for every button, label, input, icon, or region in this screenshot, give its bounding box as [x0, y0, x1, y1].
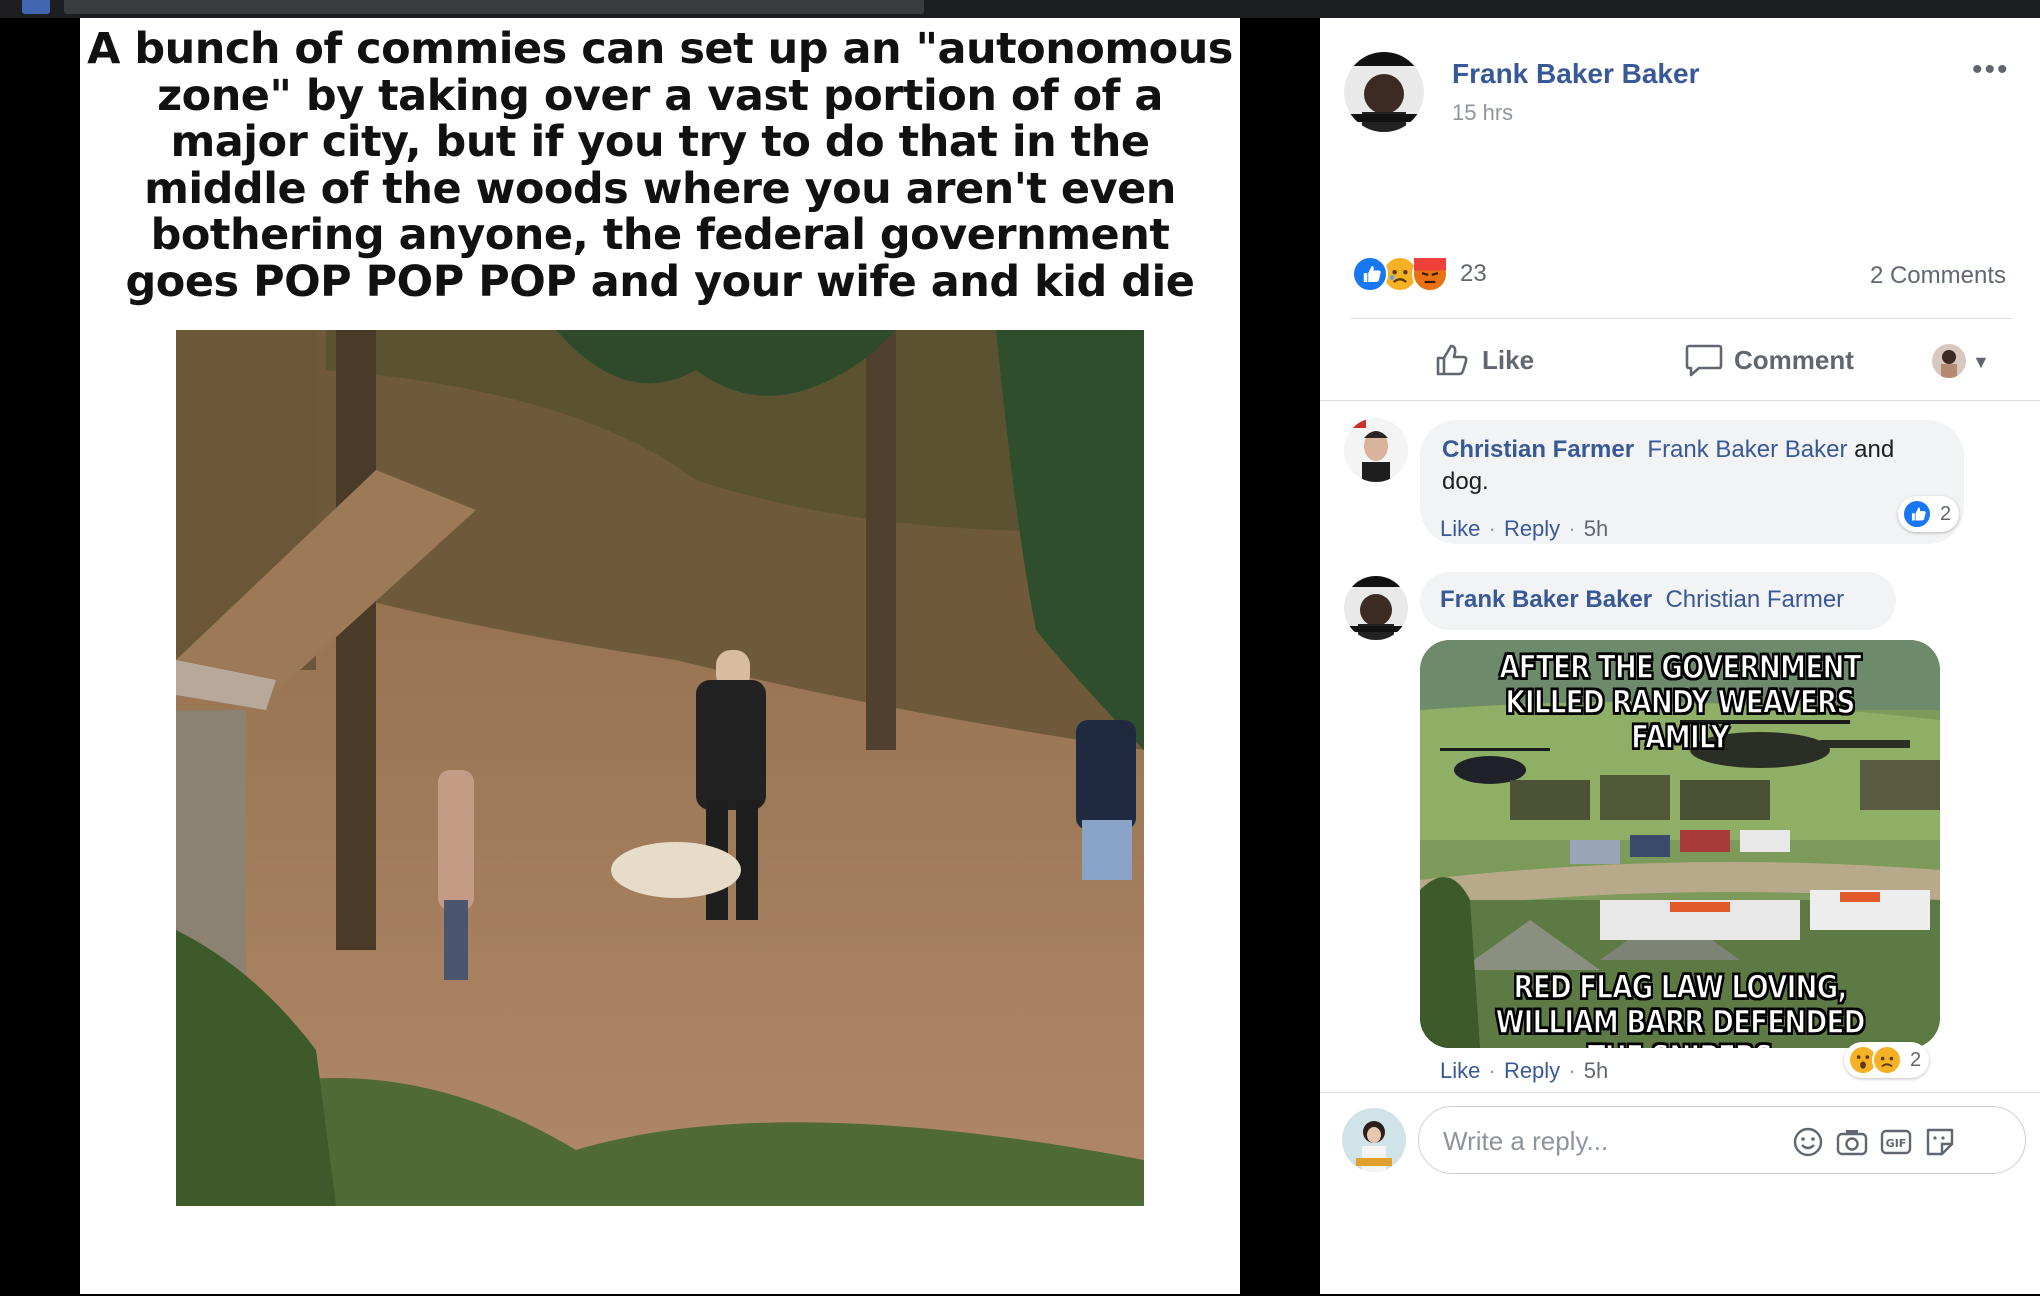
divider — [1350, 318, 2012, 319]
speech-bubble-icon — [1685, 344, 1723, 377]
comment-timestamp[interactable]: 5h — [1584, 1058, 1608, 1083]
gif-icon[interactable]: GIF — [1879, 1125, 1913, 1159]
angry-reaction-icon — [1412, 256, 1448, 292]
caption-line: middle of the woods where you aren't eve… — [144, 163, 1176, 214]
comment-reaction-count: 2 — [1910, 1048, 1922, 1071]
comment-author-name[interactable]: Christian Farmer — [1442, 436, 1634, 463]
comment-like-link[interactable]: Like — [1440, 516, 1480, 541]
thumbs-up-icon — [1436, 344, 1468, 376]
post-sidebar: Frank Baker Baker 15 hrs ••• 23 2 Commen… — [1320, 18, 2040, 1294]
caption-line: goes POP POP POP and your wife and kid d… — [125, 256, 1195, 307]
like-reaction-icon — [1902, 499, 1932, 529]
meme-top-text: AFTER THE GOVERNMENT KILLED RANDY WEAVER… — [1499, 648, 1862, 756]
separator-dot: · — [1488, 1058, 1496, 1083]
divider — [1320, 1092, 2040, 1093]
commenter-avatar[interactable] — [1344, 576, 1408, 640]
reply-composer[interactable]: GIF — [1418, 1106, 2026, 1174]
comment-count[interactable]: 2 Comments — [1870, 262, 2006, 290]
separator-dot: · — [1488, 516, 1496, 541]
caption-line: A bunch of commies can set up an "autono… — [87, 24, 1233, 74]
mention-link[interactable]: Frank Baker Baker — [1641, 436, 1848, 463]
sad-reaction-icon — [1872, 1045, 1902, 1075]
like-reaction-icon — [1352, 256, 1388, 292]
caption-line: zone" by taking over a vast portion of o… — [157, 70, 1163, 121]
like-button[interactable]: Like — [1432, 340, 1534, 380]
more-options-button[interactable]: ••• — [1972, 55, 2010, 85]
facebook-logo-icon[interactable] — [22, 0, 50, 14]
comment-reaction-badge[interactable]: 2 — [1898, 496, 1960, 532]
caption-line: major city, but if you try to do that in… — [170, 117, 1150, 167]
comment-actions: Like · Reply · 5h — [1440, 1058, 1608, 1084]
author-avatar[interactable] — [1344, 52, 1424, 132]
comment-timestamp[interactable]: 5h — [1584, 516, 1608, 541]
meme-bottom-text: RED FLAG LAW LOVING, WILLIAM BARR DEFEND… — [1495, 968, 1866, 1048]
reaction-count: 23 — [1460, 260, 1487, 287]
emoji-icon[interactable] — [1791, 1125, 1825, 1159]
commenter-avatar[interactable] — [1344, 418, 1408, 482]
comment-reaction-count: 2 — [1940, 502, 1952, 525]
camera-icon[interactable] — [1835, 1125, 1869, 1159]
reaction-summary[interactable]: 23 — [1352, 254, 1487, 294]
comment-label: Comment — [1734, 344, 1854, 375]
comment-bubble: Frank Baker Baker Christian Farmer — [1420, 572, 1896, 630]
viewer-avatar[interactable] — [1342, 1108, 1406, 1172]
chevron-down-icon[interactable]: ▼ — [1972, 352, 1990, 373]
comment-meme-image[interactable]: AFTER THE GOVERNMENT KILLED RANDY WEAVER… — [1420, 640, 1940, 1048]
caption-line: bothering anyone, the federal government — [150, 210, 1170, 260]
mention-text: Frank Baker Baker — [1647, 436, 1848, 463]
reply-input[interactable] — [1443, 1123, 1783, 1159]
comment-reaction-badge[interactable]: 2 — [1844, 1042, 1930, 1078]
comment-reply-link[interactable]: Reply — [1504, 1058, 1560, 1083]
woods-cabin-photo — [176, 330, 1144, 1206]
comment-author-name[interactable]: Frank Baker Baker — [1440, 586, 1652, 613]
top-navigation-bar — [0, 0, 2040, 18]
search-bar[interactable] — [64, 0, 924, 14]
post-photo: A bunch of commies can set up an "autono… — [80, 18, 1240, 1294]
svg-text:GIF: GIF — [1886, 1137, 1907, 1150]
post-author-name[interactable]: Frank Baker Baker — [1452, 58, 1699, 90]
like-label: Like — [1482, 344, 1535, 375]
comment-button[interactable]: Comment — [1684, 340, 1854, 380]
comment-reply-link[interactable]: Reply — [1504, 516, 1560, 541]
mention-link[interactable]: Christian Farmer — [1659, 586, 1844, 613]
sticker-icon[interactable] — [1923, 1125, 1957, 1159]
viewer-avatar[interactable] — [1932, 344, 1966, 378]
meme-caption: A bunch of commies can set up an "autono… — [80, 26, 1240, 305]
separator-dot: · — [1568, 1058, 1576, 1083]
mention-text: Christian Farmer — [1665, 586, 1845, 613]
comment-like-link[interactable]: Like — [1440, 1058, 1480, 1083]
divider — [1320, 400, 2040, 401]
separator-dot: · — [1568, 516, 1576, 541]
comment-actions: Like · Reply · 5h — [1440, 516, 1608, 542]
post-timestamp[interactable]: 15 hrs — [1452, 100, 1513, 126]
